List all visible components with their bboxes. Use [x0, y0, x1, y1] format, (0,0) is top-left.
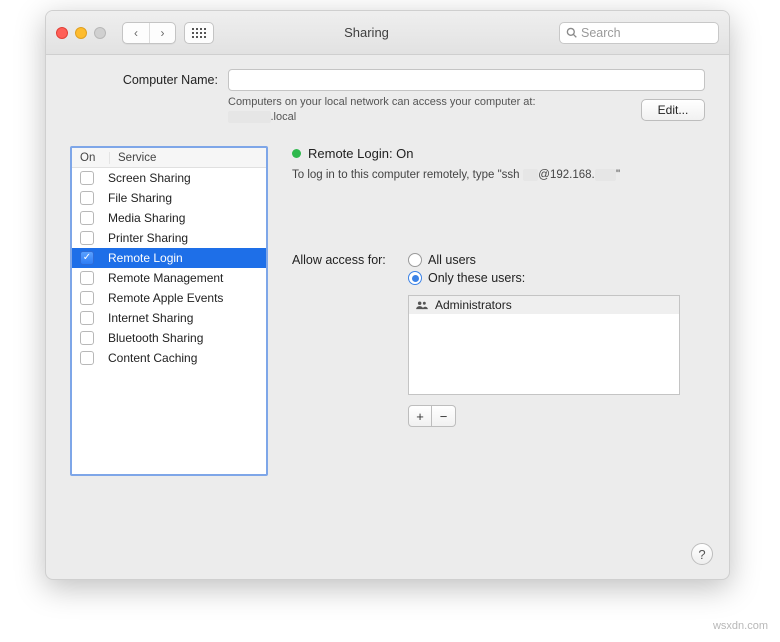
- service-printer-sharing[interactable]: Printer Sharing: [72, 228, 266, 248]
- users-icon: [415, 299, 429, 311]
- col-service: Service: [110, 152, 156, 164]
- computer-name-field[interactable]: [228, 69, 705, 91]
- content: Computer Name: Computers on your local n…: [46, 55, 729, 476]
- checkbox[interactable]: [80, 231, 94, 245]
- search-icon: [566, 27, 577, 38]
- user-group-administrators[interactable]: Administrators: [409, 296, 679, 314]
- access-radios: All users Only these users: Administrato…: [408, 253, 680, 427]
- search-input[interactable]: Search: [559, 22, 719, 44]
- computer-name-hint-row: Computers on your local network can acce…: [70, 95, 705, 124]
- radio-selected-icon: [408, 271, 422, 285]
- checkbox[interactable]: [80, 191, 94, 205]
- user-add-remove: + −: [408, 405, 680, 427]
- access-section: Allow access for: All users Only these u…: [292, 253, 705, 427]
- service-content-caching[interactable]: Content Caching: [72, 348, 266, 368]
- edit-button[interactable]: Edit...: [641, 99, 705, 121]
- toolbar: ‹ › Sharing Search: [46, 11, 729, 55]
- computer-name-hint: Computers on your local network can acce…: [228, 95, 536, 124]
- checkbox[interactable]: [80, 311, 94, 325]
- back-button[interactable]: ‹: [123, 23, 149, 43]
- service-screen-sharing[interactable]: Screen Sharing: [72, 168, 266, 188]
- local-hostname: xxxxxxx.local: [228, 110, 536, 124]
- col-on: On: [72, 152, 110, 164]
- service-remote-login[interactable]: Remote Login: [72, 248, 266, 268]
- hostname-redacted: xxxxxxx: [228, 111, 271, 123]
- help-button[interactable]: ?: [691, 543, 713, 565]
- nav-back-forward: ‹ ›: [122, 22, 176, 44]
- radio-all-users[interactable]: All users: [408, 253, 680, 267]
- main: On Service Screen Sharing File Sharing M…: [70, 146, 705, 476]
- computer-name-row: Computer Name:: [70, 69, 705, 91]
- checkbox[interactable]: [80, 351, 94, 365]
- service-remote-apple-events[interactable]: Remote Apple Events: [72, 288, 266, 308]
- access-label: Allow access for:: [292, 253, 400, 427]
- sharing-window: ‹ › Sharing Search Computer Name: Comput…: [45, 10, 730, 580]
- ip-redacted: xxx: [595, 169, 616, 181]
- checkbox[interactable]: [80, 271, 94, 285]
- status-text: Remote Login: On: [308, 146, 414, 161]
- checkbox[interactable]: [80, 211, 94, 225]
- status-line: Remote Login: On: [292, 146, 705, 161]
- traffic-lights: [56, 27, 106, 39]
- hint-line-1: Computers on your local network can acce…: [228, 95, 536, 109]
- checkbox[interactable]: [80, 331, 94, 345]
- services-body: Screen Sharing File Sharing Media Sharin…: [72, 168, 266, 474]
- chevron-right-icon: ›: [161, 26, 165, 40]
- forward-button[interactable]: ›: [149, 23, 175, 43]
- close-icon[interactable]: [56, 27, 68, 39]
- computer-name-label: Computer Name:: [70, 73, 218, 87]
- radio-icon: [408, 253, 422, 267]
- add-user-button[interactable]: +: [408, 405, 432, 427]
- zoom-icon[interactable]: [94, 27, 106, 39]
- service-internet-sharing[interactable]: Internet Sharing: [72, 308, 266, 328]
- checkbox-checked[interactable]: [80, 251, 94, 265]
- minimize-icon[interactable]: [75, 27, 87, 39]
- search-placeholder: Search: [581, 26, 621, 40]
- services-list: On Service Screen Sharing File Sharing M…: [70, 146, 268, 476]
- login-hint: To log in to this computer remotely, typ…: [292, 169, 705, 181]
- user-redacted: xx: [523, 169, 539, 181]
- checkbox[interactable]: [80, 171, 94, 185]
- show-all-button[interactable]: [184, 22, 214, 44]
- chevron-left-icon: ‹: [134, 26, 138, 40]
- watermark: wsxdn.com: [713, 620, 768, 632]
- radio-only-these-users[interactable]: Only these users:: [408, 271, 680, 285]
- window-title: Sharing: [222, 25, 511, 40]
- service-media-sharing[interactable]: Media Sharing: [72, 208, 266, 228]
- detail-pane: Remote Login: On To log in to this compu…: [292, 146, 705, 476]
- users-list[interactable]: Administrators: [408, 295, 680, 395]
- services-header: On Service: [72, 148, 266, 168]
- checkbox[interactable]: [80, 291, 94, 305]
- service-file-sharing[interactable]: File Sharing: [72, 188, 266, 208]
- service-remote-management[interactable]: Remote Management: [72, 268, 266, 288]
- service-bluetooth-sharing[interactable]: Bluetooth Sharing: [72, 328, 266, 348]
- status-dot-icon: [292, 149, 301, 158]
- remove-user-button[interactable]: −: [432, 405, 456, 427]
